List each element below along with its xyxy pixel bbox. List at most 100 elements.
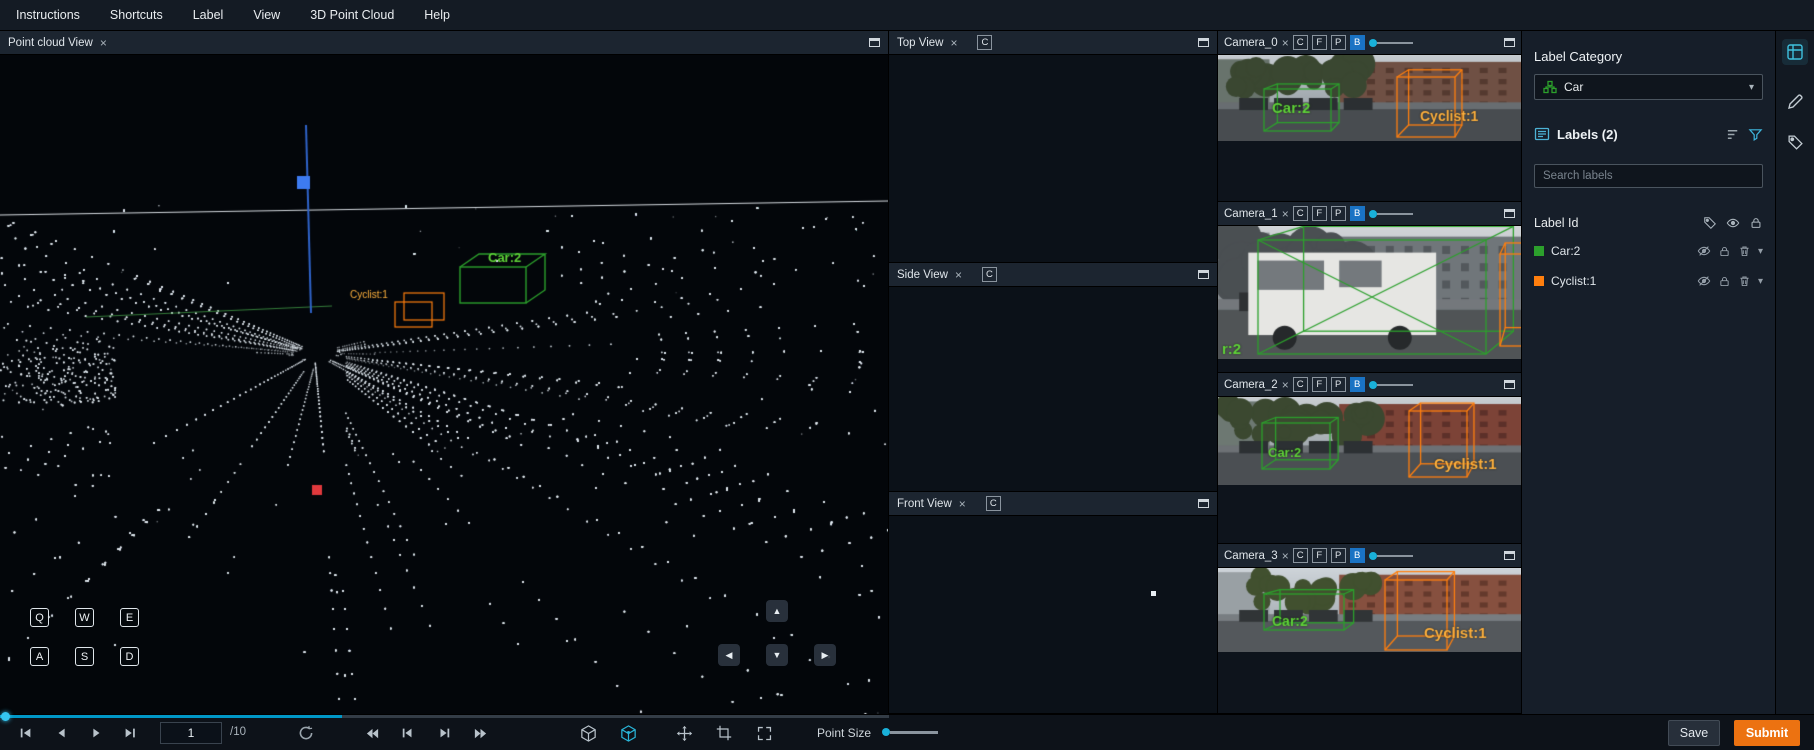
delete-label-icon[interactable] — [1738, 245, 1751, 258]
c-button[interactable]: C — [1293, 548, 1308, 563]
camera-2-image[interactable] — [1218, 397, 1521, 485]
camera-zoom-slider[interactable] — [1369, 552, 1413, 560]
maximize-icon[interactable] — [1504, 38, 1515, 47]
menu-help[interactable]: Help — [424, 8, 450, 22]
seek-handle[interactable] — [1, 712, 10, 721]
camera-toggle-button[interactable]: C — [982, 267, 997, 282]
hide-label-icon[interactable] — [1697, 274, 1711, 288]
maximize-icon[interactable] — [1504, 209, 1515, 218]
slider-handle[interactable] — [1369, 381, 1377, 389]
filter-icon[interactable] — [1748, 127, 1763, 142]
play-button[interactable] — [84, 723, 108, 743]
hotkey-e[interactable]: E — [120, 608, 139, 627]
pan-right-button[interactable]: ▶ — [814, 644, 836, 666]
camera-zoom-slider[interactable] — [1369, 210, 1413, 218]
b-button[interactable]: B — [1350, 206, 1365, 221]
slider-handle[interactable] — [1369, 39, 1377, 47]
close-icon[interactable]: × — [955, 269, 962, 281]
category-dropdown[interactable]: Car ▾ — [1534, 74, 1763, 100]
hotkey-w[interactable]: W — [75, 608, 94, 627]
lock-label-icon[interactable] — [1718, 245, 1731, 258]
maximize-icon[interactable] — [1198, 38, 1209, 47]
crop-tool-button[interactable] — [712, 723, 736, 743]
frame-input[interactable] — [160, 722, 222, 744]
next-frame-button[interactable] — [118, 723, 142, 743]
rewind-button[interactable] — [360, 723, 384, 743]
close-icon[interactable]: × — [959, 498, 966, 510]
menu-instructions[interactable]: Instructions — [16, 8, 80, 22]
hotkey-q[interactable]: Q — [30, 608, 49, 627]
maximize-icon[interactable] — [1198, 270, 1209, 279]
save-button[interactable]: Save — [1668, 720, 1720, 746]
menu-3d-point-cloud[interactable]: 3D Point Cloud — [310, 8, 394, 22]
close-icon[interactable]: × — [1282, 208, 1289, 220]
hotkey-s[interactable]: S — [75, 647, 94, 666]
edit-icon[interactable] — [1782, 89, 1808, 115]
expand-label-icon[interactable]: ▾ — [1758, 246, 1763, 257]
lock-label-icon[interactable] — [1718, 275, 1731, 288]
slider-handle[interactable] — [882, 728, 890, 736]
visibility-all-icon[interactable] — [1726, 216, 1740, 230]
point-cloud-viewport[interactable]: Q W E A S D ▲ ◀ ▼ ▶ — [0, 55, 888, 714]
f-button[interactable]: F — [1312, 548, 1327, 563]
pan-left-button[interactable]: ◀ — [718, 644, 740, 666]
fullscreen-button[interactable] — [752, 723, 776, 743]
menu-shortcuts[interactable]: Shortcuts — [110, 8, 163, 22]
lock-all-icon[interactable] — [1749, 216, 1763, 230]
submit-button[interactable]: Submit — [1734, 720, 1800, 746]
previous-frame-button[interactable] — [50, 723, 74, 743]
front-view-viewport[interactable] — [889, 516, 1217, 714]
label-panel-icon[interactable] — [1782, 39, 1808, 65]
tag-icon[interactable] — [1703, 216, 1717, 230]
f-button[interactable]: F — [1312, 35, 1327, 50]
f-button[interactable]: F — [1312, 377, 1327, 392]
c-button[interactable]: C — [1293, 206, 1308, 221]
camera-1-image[interactable] — [1218, 226, 1521, 359]
pan-down-button[interactable]: ▼ — [766, 644, 788, 666]
camera-3-image[interactable] — [1218, 568, 1521, 652]
camera-toggle-button[interactable]: C — [977, 35, 992, 50]
p-button[interactable]: P — [1331, 206, 1346, 221]
hotkey-d[interactable]: D — [120, 647, 139, 666]
cuboid-points-view-button[interactable] — [616, 723, 640, 743]
label-row-car[interactable]: Car:2 ▾ — [1534, 236, 1763, 266]
frame-seek-bar[interactable] — [0, 715, 889, 718]
pan-up-button[interactable]: ▲ — [766, 600, 788, 622]
step-forward-button[interactable] — [432, 723, 456, 743]
close-icon[interactable]: × — [1282, 37, 1289, 49]
search-labels-input[interactable] — [1534, 164, 1763, 188]
maximize-icon[interactable] — [1198, 499, 1209, 508]
pan-tool-button[interactable] — [672, 723, 696, 743]
c-button[interactable]: C — [1293, 377, 1308, 392]
maximize-icon[interactable] — [869, 38, 880, 47]
cuboid-view-button[interactable] — [576, 723, 600, 743]
b-button[interactable]: B — [1350, 35, 1365, 50]
slider-handle[interactable] — [1369, 552, 1377, 560]
f-button[interactable]: F — [1312, 206, 1327, 221]
close-icon[interactable]: × — [950, 37, 957, 49]
hotkey-a[interactable]: A — [30, 647, 49, 666]
expand-label-icon[interactable]: ▾ — [1758, 276, 1763, 287]
hide-label-icon[interactable] — [1697, 244, 1711, 258]
close-icon[interactable]: × — [100, 37, 107, 49]
camera-0-image[interactable] — [1218, 55, 1521, 141]
p-button[interactable]: P — [1331, 35, 1346, 50]
side-view-viewport[interactable] — [889, 287, 1217, 492]
menu-label[interactable]: Label — [193, 8, 224, 22]
c-button[interactable]: C — [1293, 35, 1308, 50]
camera-zoom-slider[interactable] — [1369, 381, 1413, 389]
p-button[interactable]: P — [1331, 377, 1346, 392]
tag-icon[interactable] — [1782, 129, 1808, 155]
camera-toggle-button[interactable]: C — [986, 496, 1001, 511]
sort-icon[interactable] — [1726, 127, 1741, 142]
fast-forward-button[interactable] — [468, 723, 492, 743]
maximize-icon[interactable] — [1504, 551, 1515, 560]
camera-zoom-slider[interactable] — [1369, 39, 1413, 47]
menu-view[interactable]: View — [253, 8, 280, 22]
close-icon[interactable]: × — [1282, 550, 1289, 562]
point-size-slider[interactable] — [882, 728, 938, 736]
slider-handle[interactable] — [1369, 210, 1377, 218]
delete-label-icon[interactable] — [1738, 275, 1751, 288]
b-button[interactable]: B — [1350, 377, 1365, 392]
top-view-viewport[interactable] — [889, 55, 1217, 263]
